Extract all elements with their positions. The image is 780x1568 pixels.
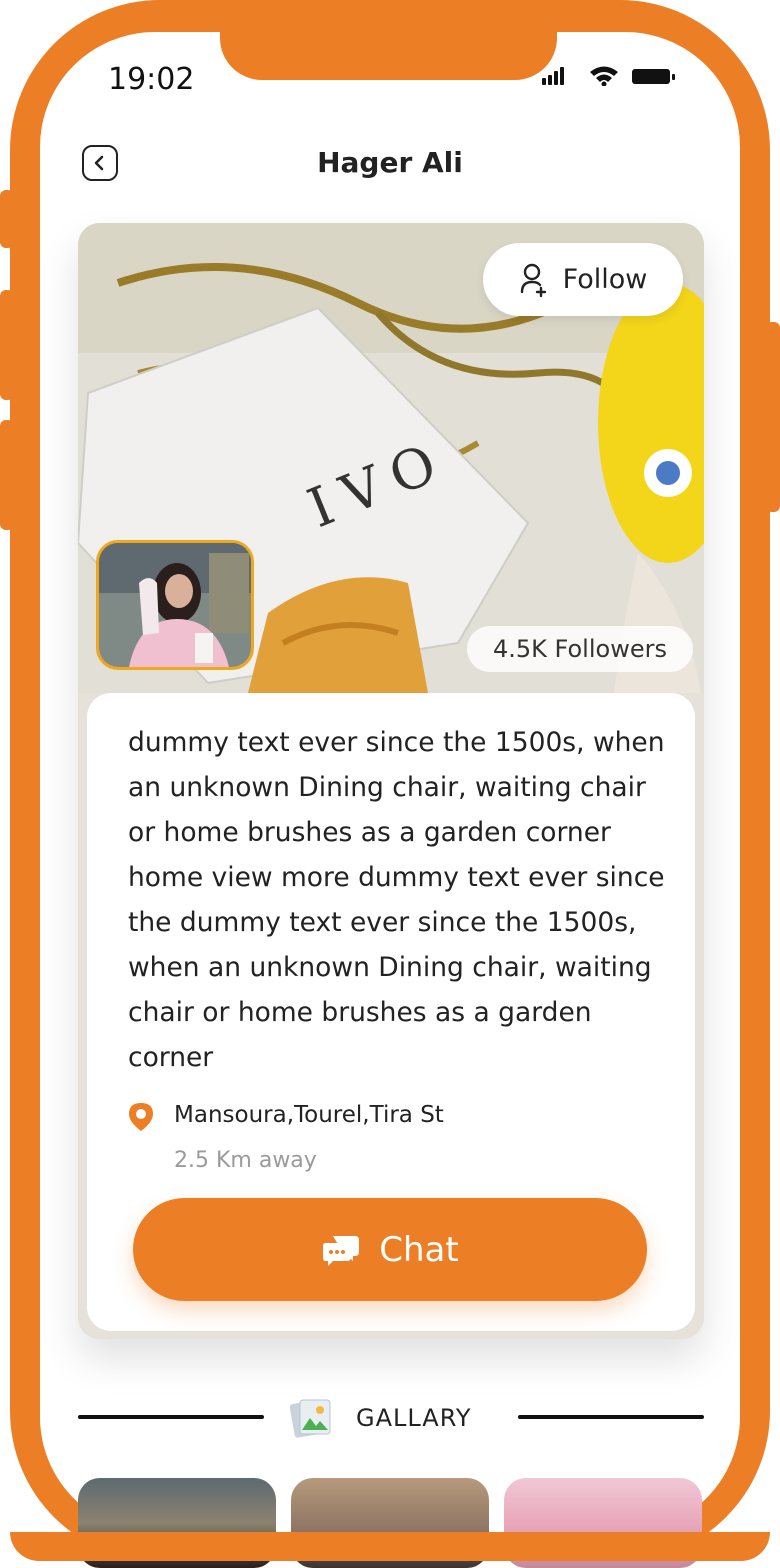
status-time: 19:02 — [108, 62, 195, 97]
device-side-button — [0, 190, 14, 248]
device-side-button — [766, 322, 780, 512]
device-bottom-bezel — [10, 1532, 770, 1561]
chevron-left-icon — [94, 155, 104, 171]
follow-label: Follow — [562, 264, 648, 295]
device-side-button — [0, 290, 14, 400]
distance-text: 2.5 Km away — [174, 1148, 317, 1173]
add-user-icon — [520, 263, 546, 297]
gallery-icon — [290, 1399, 331, 1438]
profile-description: dummy text ever since the 1500s, when an… — [128, 727, 665, 1073]
avatar-photo — [99, 543, 251, 667]
followers-count-badge: 4.5K Followers — [467, 626, 693, 672]
signal-icon — [542, 67, 564, 85]
wifi-icon — [590, 66, 618, 86]
location-text: Mansoura,Tourel,Tira St — [174, 1102, 444, 1128]
status-icons — [542, 66, 675, 86]
avatar[interactable] — [96, 540, 254, 670]
chat-icon — [323, 1235, 360, 1266]
back-button[interactable] — [82, 145, 118, 181]
device-notch — [220, 0, 557, 80]
location-pin-icon — [129, 1103, 153, 1131]
gallery-divider-left — [78, 1415, 264, 1419]
gallery-divider-right — [518, 1415, 704, 1419]
gallery-title: GALLARY — [356, 1404, 472, 1432]
battery-icon — [632, 69, 675, 84]
follow-button[interactable]: Follow — [483, 243, 683, 316]
chat-button[interactable]: Chat — [133, 1198, 647, 1301]
device-side-button — [0, 420, 14, 530]
chat-label: Chat — [379, 1229, 459, 1270]
page-title: Hager Ali — [317, 146, 463, 179]
